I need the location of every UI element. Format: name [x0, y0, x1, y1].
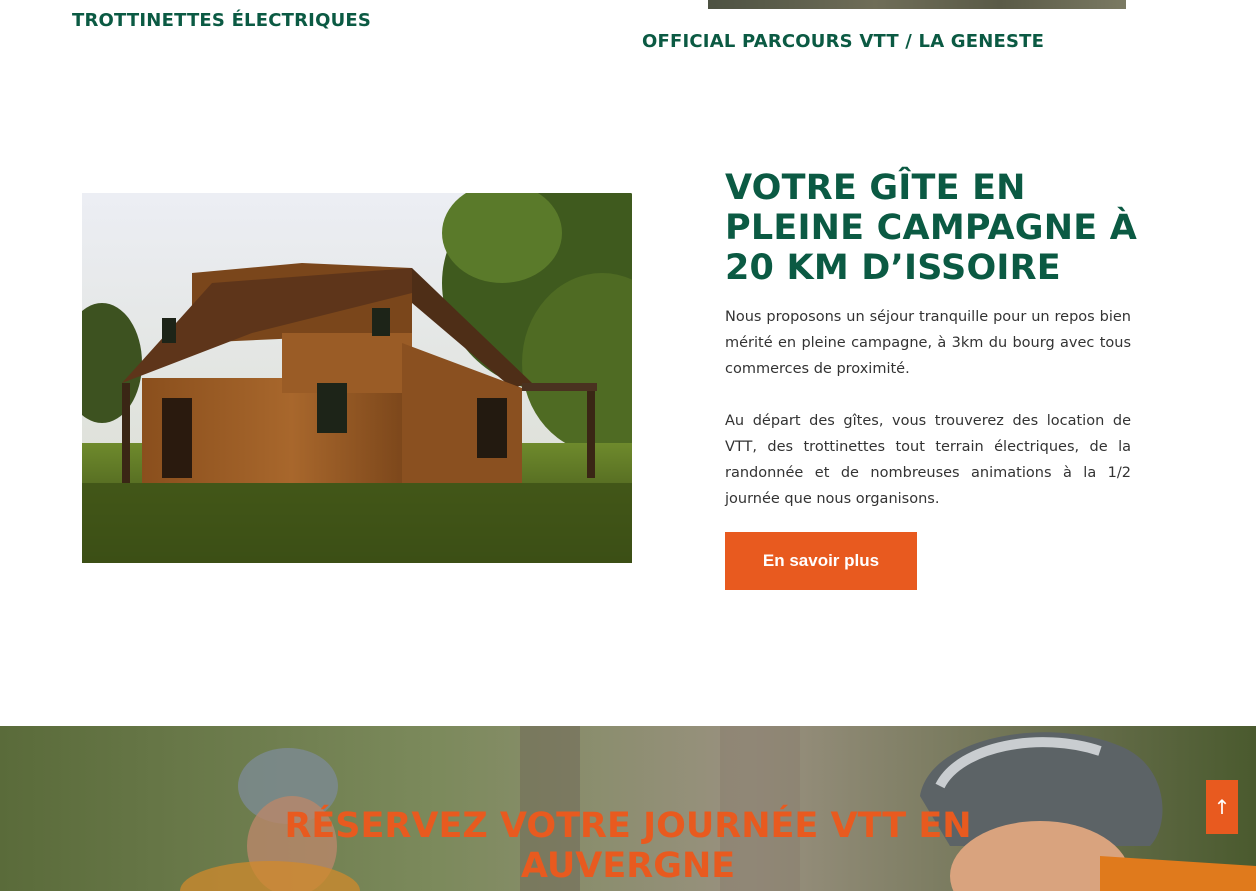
page: TROTTINETTES ÉLECTRIQUES OFFICIAL PARCOU… [0, 0, 1256, 891]
hero-title-line-1: RÉSERVEZ VOTRE JOURNÉE VTT EN [284, 806, 972, 846]
arrow-up-icon: ↑ [1213, 795, 1231, 819]
hero-title-line-2: AUVERGNE [520, 846, 736, 886]
scroll-to-top-button[interactable]: ↑ [1206, 780, 1238, 834]
gite-photo [82, 193, 632, 563]
gite-paragraph-1: Nous proposons un séjour tranquille pour… [725, 309, 1131, 377]
card-title-trottinettes[interactable]: TROTTINETTES ÉLECTRIQUES [72, 10, 371, 31]
en-savoir-plus-button[interactable]: En savoir plus [725, 532, 917, 590]
card-image-parcours-vtt[interactable] [708, 0, 1126, 9]
card-title-parcours-vtt[interactable]: OFFICIAL PARCOURS VTT / LA GENESTE [642, 31, 1044, 52]
gite-paragraph-2: Au départ des gîtes, vous trouverez des … [725, 413, 1131, 507]
hero-banner: RÉSERVEZ VOTRE JOURNÉE VTT EN AUVERGNE [0, 726, 1256, 891]
hero-title: RÉSERVEZ VOTRE JOURNÉE VTT EN AUVERGNE [0, 806, 1256, 886]
gite-heading: VOTRE GÎTE EN PLEINE CAMPAGNE À 20 KM D’… [725, 168, 1138, 288]
